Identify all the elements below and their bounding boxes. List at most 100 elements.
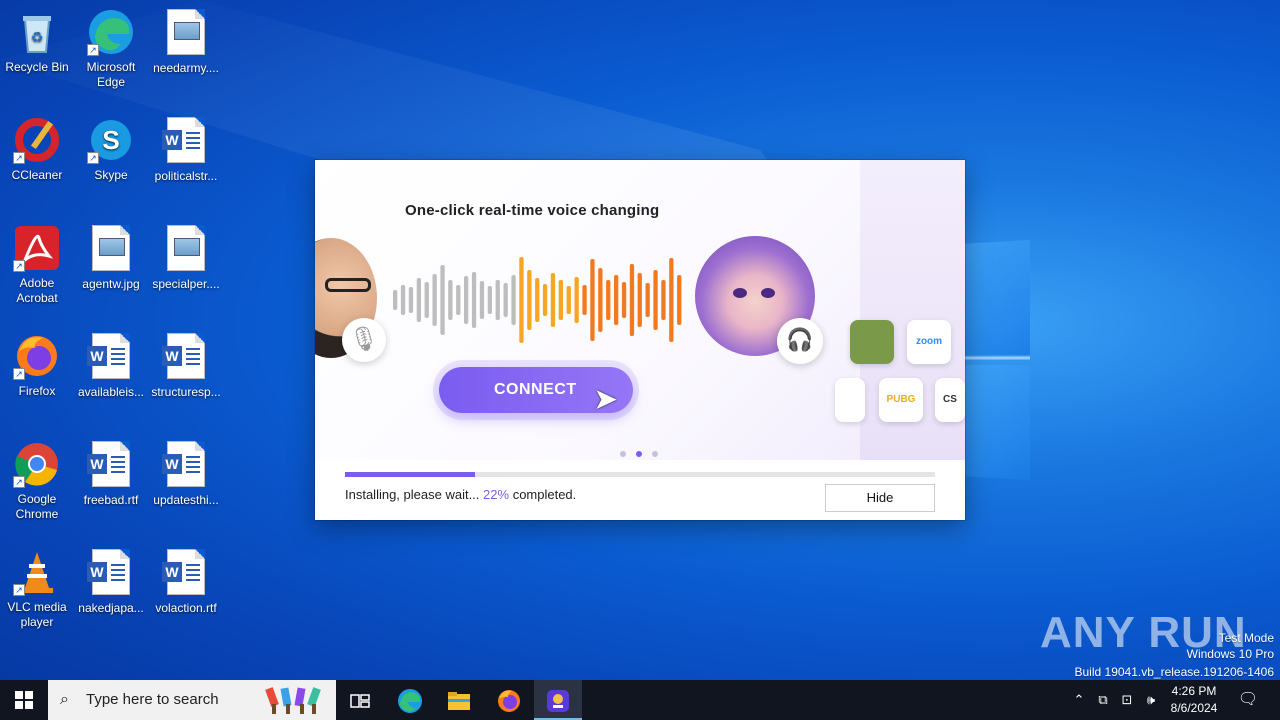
desktop-icon-label: CCleaner: [11, 168, 63, 182]
desktop-icon-firefox[interactable]: ↗ Firefox: [0, 332, 74, 399]
shortcut-arrow-icon: ↗: [13, 584, 25, 596]
connect-label: CONNECT: [494, 381, 577, 398]
desktop-icon-vlc[interactable]: ↗ VLC media player: [0, 548, 74, 630]
taskbar-firefox[interactable]: [485, 680, 533, 720]
waveform-bar: [669, 258, 674, 342]
clock-date: 8/6/2024: [1170, 701, 1218, 715]
shortcut-arrow-icon: ↗: [87, 44, 99, 56]
desktop-icon-label: Google Chrome: [15, 492, 59, 521]
waveform-bar: [614, 275, 619, 325]
acrobat-icon: ↗: [13, 224, 61, 272]
taskbar: ⌕ Type here to search ⌃ ⧉ ⊡ 🕪 4:26 PM 8/…: [0, 680, 1280, 720]
carousel-dot[interactable]: [620, 451, 626, 457]
word-document-icon: W: [87, 441, 135, 489]
carousel-dot[interactable]: [652, 451, 658, 457]
waveform-bar: [527, 270, 532, 330]
desktop-icon-specialper[interactable]: specialper....: [149, 224, 223, 292]
build-label: Build 19041.vb_release.191206-1406: [1074, 665, 1275, 679]
desktop-icon-updatesthi[interactable]: W updatesthi...: [149, 440, 223, 508]
waveform-bar: [448, 280, 453, 320]
desktop-icon-chrome[interactable]: ↗ Google Chrome: [0, 440, 74, 522]
waveform-bar: [645, 283, 650, 317]
desktop-icon-volaction[interactable]: W volaction.rtf: [149, 548, 223, 616]
desktop-icon-adobe-acrobat[interactable]: ↗ Adobe Acrobat: [0, 224, 74, 306]
clock-time: 4:26 PM: [1171, 684, 1217, 698]
windows-edition-label: Windows 10 Pro: [1186, 647, 1274, 661]
desktop-icon-label: VLC media player: [7, 600, 67, 629]
carousel-dot-active[interactable]: [636, 451, 642, 457]
desktop-icon-label: updatesthi...: [153, 493, 219, 507]
install-progress-fill: [345, 472, 475, 477]
waveform-bar: [661, 280, 666, 320]
volume-icon[interactable]: 🕪: [1140, 680, 1162, 720]
taskbar-clock[interactable]: 4:26 PM 8/6/2024: [1162, 683, 1226, 717]
svg-text:S: S: [102, 125, 119, 155]
word-document-icon: W: [162, 333, 210, 381]
desktop-icon-structuresp[interactable]: W structuresp...: [149, 332, 223, 400]
desktop-icon-label: Firefox: [18, 384, 56, 398]
waveform-bar: [590, 259, 595, 341]
word-document-icon: W: [162, 117, 210, 165]
waveform-bar: [424, 282, 429, 318]
skype-icon: S ↗: [87, 116, 135, 164]
minecraft-tile-icon: [850, 320, 894, 364]
desktop-icon-availableis[interactable]: W availableis...: [74, 332, 148, 400]
waveform-bar: [637, 273, 642, 327]
desktop-icon-skype[interactable]: S ↗ Skype: [74, 116, 148, 183]
headset-icon: 🎧: [777, 318, 823, 364]
desktop-icon-edge[interactable]: ↗ Microsoft Edge: [74, 8, 148, 90]
banner-headline: One-click real-time voice changing: [405, 202, 660, 219]
csgo-tile-icon: CS: [935, 378, 965, 422]
desktop-icon-label: nakedjapa...: [78, 601, 144, 615]
waveform-bar: [621, 282, 627, 318]
search-icon: ⌕: [60, 691, 69, 708]
desktop-icon-label: Skype: [94, 168, 128, 182]
waveform-bar: [574, 277, 579, 323]
taskbar-file-explorer[interactable]: [435, 680, 483, 720]
desktop-icon-politicalstr[interactable]: W politicalstr...: [149, 116, 223, 184]
promo-banner: One-click real-time voice changing 🎙 🎧 C…: [315, 160, 965, 460]
network-icon[interactable]: ⊡: [1116, 680, 1138, 720]
recycle-bin-icon: ♻: [13, 8, 61, 56]
chrome-icon: ↗: [13, 440, 61, 488]
notification-center-icon[interactable]: 🗨: [1236, 680, 1260, 720]
folder-icon: [448, 691, 470, 710]
task-view-button[interactable]: [336, 680, 384, 720]
waveform-bar: [598, 268, 603, 332]
show-hidden-icons-button[interactable]: ⌃: [1068, 680, 1090, 720]
waveform-bar: [629, 264, 635, 336]
pubg-tile-icon: PUBG: [879, 378, 923, 422]
word-document-icon: W: [162, 441, 210, 489]
status-prefix: Installing, please wait...: [345, 487, 480, 502]
desktop-icon-nakedjapa[interactable]: W nakedjapa...: [74, 548, 148, 616]
network-alert-icon[interactable]: ⧉: [1092, 680, 1114, 720]
start-button[interactable]: [0, 680, 48, 720]
waveform-bar: [653, 270, 658, 330]
waveform-bar: [440, 265, 445, 335]
waveform-bar: [542, 284, 548, 316]
desktop-icon-agentw[interactable]: agentw.jpg: [74, 224, 148, 292]
waveform-bar: [471, 272, 477, 328]
shortcut-arrow-icon: ↗: [13, 476, 25, 488]
word-document-icon: W: [87, 549, 135, 597]
desktop-icon-label: availableis...: [77, 385, 145, 399]
desktop-icon-label: agentw.jpg: [82, 277, 140, 291]
waveform-bar: [416, 278, 421, 322]
desktop-icon-ccleaner[interactable]: ↗ CCleaner: [0, 116, 74, 183]
desktop-icon-recycle-bin[interactable]: ♻ Recycle Bin: [0, 8, 74, 75]
svg-text:♻: ♻: [31, 29, 44, 45]
desktop-icon-needarmy[interactable]: needarmy....: [149, 8, 223, 76]
install-status: Installing, please wait... 22% completed…: [345, 487, 576, 502]
waveform-bar: [479, 281, 485, 319]
taskbar-voice-changer-app[interactable]: [534, 680, 582, 720]
shortcut-arrow-icon: ↗: [13, 368, 25, 380]
taskbar-edge[interactable]: [386, 680, 434, 720]
waveform-bar: [582, 285, 587, 315]
waveform-bar: [456, 285, 461, 315]
taskbar-search-box[interactable]: ⌕ Type here to search: [48, 680, 336, 720]
pointer-cursor-icon: ➤: [593, 383, 619, 416]
desktop-icon-label: Recycle Bin: [5, 60, 69, 74]
hide-button[interactable]: Hide: [825, 484, 935, 512]
voice-changer-app-icon: [547, 689, 569, 712]
desktop-icon-freebad[interactable]: W freebad.rtf: [74, 440, 148, 508]
